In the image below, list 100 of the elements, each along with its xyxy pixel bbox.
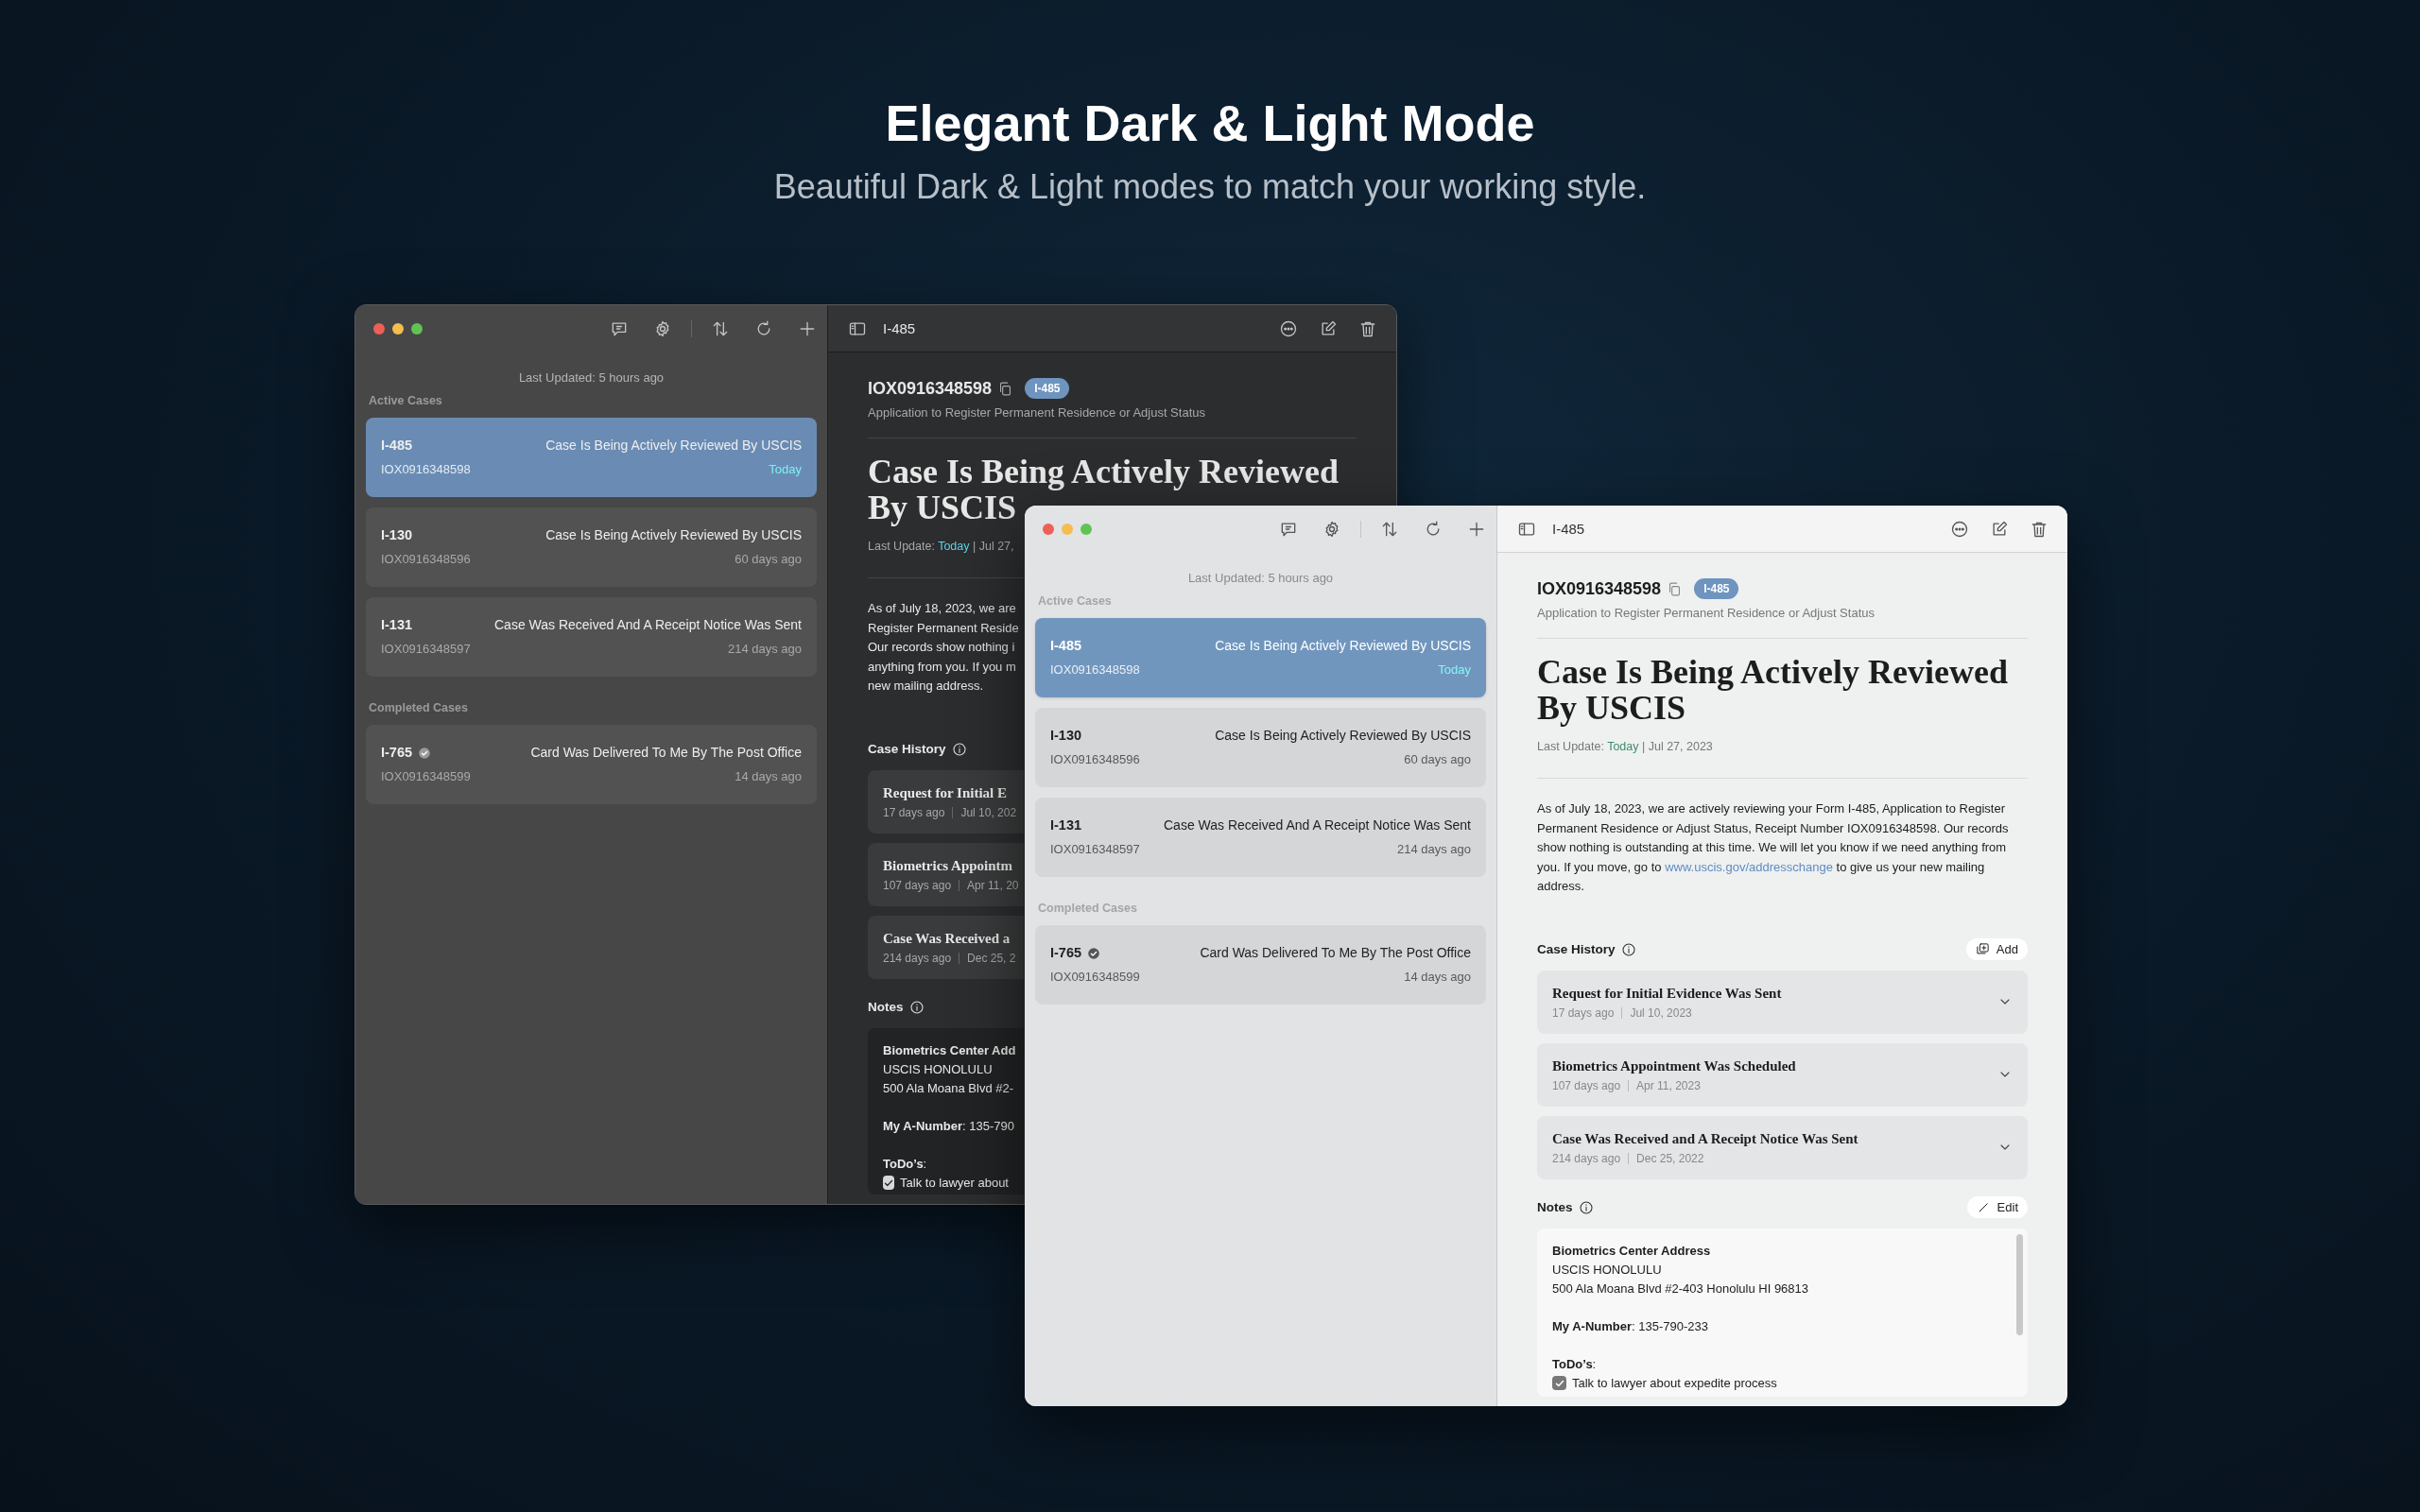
close-button[interactable] — [373, 323, 385, 335]
info-icon[interactable] — [1578, 1199, 1594, 1215]
section-heading: Active Cases — [369, 393, 443, 408]
case-card[interactable]: I-130 Case Is Being Actively Reviewed By USCIS IOX0916348596 60 days ago — [1035, 708, 1486, 787]
info-icon[interactable] — [1620, 941, 1636, 957]
history-event-card[interactable]: Biometrics Appointm 107 days ago Apr 11, 20 — [868, 842, 1024, 906]
case-status: Card Was Delivered To Me By The Post Office — [1200, 945, 1471, 961]
description-line: anything from you. If you m — [868, 658, 1016, 676]
info-icon[interactable] — [951, 741, 967, 757]
event-date: Dec 25, 2 — [967, 951, 1016, 965]
add-icon — [1975, 942, 1990, 956]
case-age: Today — [769, 461, 802, 477]
event-age: 107 days ago — [1552, 1078, 1621, 1092]
sort-icon[interactable] — [1380, 520, 1399, 539]
event-date: Dec 25, 2022 — [1636, 1151, 1704, 1165]
event-title: Request for Initial Evidence Was Sent — [1552, 984, 1782, 1003]
event-age: 17 days ago — [1552, 1005, 1615, 1020]
case-status: Card Was Delivered To Me By The Post Office — [530, 745, 802, 761]
checkbox[interactable] — [883, 1176, 895, 1190]
form-number: I-485 — [381, 438, 413, 454]
note-text: USCIS HONOLULU — [1552, 1261, 1662, 1279]
history-event-card[interactable]: Case Was Received and A Receipt Notice Was Sent 214 days ago Dec 25, 2022 — [1537, 1115, 2028, 1179]
case-status: Case Is Being Actively Reviewed By USCIS — [545, 438, 802, 454]
receipt-number: IOX0916348596 — [1050, 751, 1140, 767]
case-card[interactable]: I-765 Card Was Delivered To Me By The Post Office IOX0916348599 14 days ago — [1035, 925, 1486, 1005]
case-age: 214 days ago — [727, 641, 802, 657]
case-status-title: Case Is Being Actively Reviewed By USCIS — [1537, 654, 2009, 726]
more-icon[interactable] — [1950, 519, 1969, 539]
todo-text: Talk to lawyer about — [900, 1174, 1009, 1192]
note-text: My A-Number: 135-790-233 — [1552, 1317, 1708, 1335]
case-age: 14 days ago — [1404, 969, 1471, 985]
receipt-number: IOX0916348599 — [1050, 969, 1140, 985]
form-name-text: Application to Register Permanent Residence or Adjust Status — [868, 405, 1206, 421]
case-card[interactable]: I-130 Case Is Being Actively Reviewed By USCIS IOX0916348596 60 days ago — [366, 507, 817, 587]
section-heading: Notes — [1537, 1200, 1573, 1214]
case-status: Case Is Being Actively Reviewed By USCIS — [1215, 728, 1471, 744]
note-text: 500 Ala Moana Blvd #2-403 Honolulu HI 96813 — [1552, 1280, 1809, 1297]
scrollbar-thumb[interactable] — [2016, 1233, 2023, 1335]
description-line: As of July 18, 2023, we are — [868, 600, 1016, 617]
edit-button[interactable]: Edit — [1966, 1196, 2028, 1218]
note-text: ToDo’s: — [883, 1155, 927, 1173]
event-age: 107 days ago — [883, 878, 952, 892]
event-title: Biometrics Appointment Was Scheduled — [1552, 1057, 1796, 1075]
event-title: Biometrics Appointm — [883, 856, 1014, 875]
description-line: Our records show nothing i — [868, 639, 1015, 656]
more-icon[interactable] — [1279, 318, 1298, 338]
note-text: My A-Number: 135-790 — [883, 1117, 1014, 1135]
event-age: 17 days ago — [883, 805, 945, 819]
history-event-card[interactable]: Biometrics Appointment Was Scheduled 107 days ago Apr 11, 2023 — [1537, 1042, 2028, 1107]
event-title: Case Was Received and A Receipt Notice Was Sent — [1552, 1129, 1858, 1148]
case-status: Case Is Being Actively Reviewed By USCIS — [545, 527, 802, 543]
last-update-text: Last Update: Today | Jul 27, — [868, 539, 1015, 554]
receipt-number: IOX0916348596 — [381, 551, 471, 567]
add-icon[interactable] — [1467, 520, 1486, 539]
last-updated-text: Last Updated: 5 hours ago — [1186, 571, 1335, 586]
case-card[interactable]: I-131 Case Was Received And A Receipt Notice Was Sent IOX0916348597 214 days ago — [366, 597, 817, 677]
checkbox[interactable] — [1552, 1376, 1566, 1390]
info-icon[interactable] — [908, 999, 925, 1015]
form-number: I-130 — [1050, 728, 1082, 744]
history-event-card[interactable]: Request for Initial Evidence Was Sent 17 days ago Jul 10, 2023 — [1537, 970, 2028, 1034]
add-button[interactable]: Add — [1965, 938, 2028, 960]
receipt-number: IOX0916348598 — [1537, 578, 1662, 599]
section-heading: Completed Cases — [1038, 901, 1138, 916]
form-name-text: Application to Register Permanent Residence or Adjust Status — [1537, 606, 1876, 621]
event-date: Jul 10, 2023 — [1630, 1005, 1692, 1020]
event-title: Case Was Received a — [883, 929, 1011, 948]
toolbar-title: I-485 — [1552, 521, 1585, 537]
case-age: 14 days ago — [735, 768, 802, 784]
event-age: 214 days ago — [1552, 1151, 1621, 1165]
note-text: Biometrics Center Address — [1552, 1242, 1711, 1260]
event-age: 214 days ago — [883, 951, 952, 965]
case-card[interactable]: I-131 Case Was Received And A Receipt Notice Was Sent IOX0916348597 214 days ago — [1035, 798, 1486, 877]
toolbar-title: I-485 — [883, 320, 916, 336]
section-heading: Case History — [868, 742, 946, 756]
case-card[interactable]: I-765 Card Was Delivered To Me By The Post Office IOX0916348599 14 days ago — [366, 725, 817, 804]
form-number: I-130 — [381, 527, 413, 543]
sort-icon[interactable] — [711, 319, 730, 338]
close-button[interactable] — [1043, 524, 1054, 535]
receipt-number: IOX0916348598 — [868, 378, 993, 399]
form-number: I-765 — [1050, 945, 1082, 961]
receipt-number: IOX0916348597 — [381, 641, 471, 657]
minimize-button[interactable] — [392, 323, 404, 335]
form-badge: I-485 — [1025, 378, 1070, 399]
form-badge: I-485 — [1694, 578, 1739, 599]
note-text: Biometrics Center Add — [883, 1041, 1016, 1059]
zoom-button[interactable] — [411, 323, 423, 335]
section-heading: Active Cases — [1038, 593, 1113, 609]
event-date: Apr 11, 20 — [967, 878, 1019, 892]
todo-text: Talk to lawyer about expedite process — [1572, 1374, 1777, 1392]
history-event-card[interactable]: Case Was Received a 214 days ago Dec 25, 2 — [868, 915, 1024, 979]
form-number: I-485 — [1050, 638, 1082, 654]
case-status: Case Was Received And A Receipt Notice Was Sent — [494, 617, 802, 633]
history-event-card[interactable]: Request for Initial E 17 days ago Jul 10, 202 — [868, 769, 1024, 833]
note-text: USCIS HONOLULU — [883, 1060, 993, 1078]
case-description: As of July 18, 2023, we are actively reviewing your Form I-485, Application to Register Permanent Residence or Adjust Status, Receipt Number IOX0916348598. Our records show nothing is outstanding at this time. We will let you know if we need anything from you. If you move, go to www.uscis.gov/addresschange to give us your new mailing address. — [1537, 800, 2010, 895]
case-status: Case Is Being Actively Reviewed By USCIS — [1215, 638, 1471, 654]
event-date: Apr 11, 2023 — [1636, 1078, 1701, 1092]
add-icon[interactable] — [798, 319, 817, 338]
case-age: 214 days ago — [1396, 841, 1471, 857]
event-title: Request for Initial E — [883, 783, 1008, 802]
